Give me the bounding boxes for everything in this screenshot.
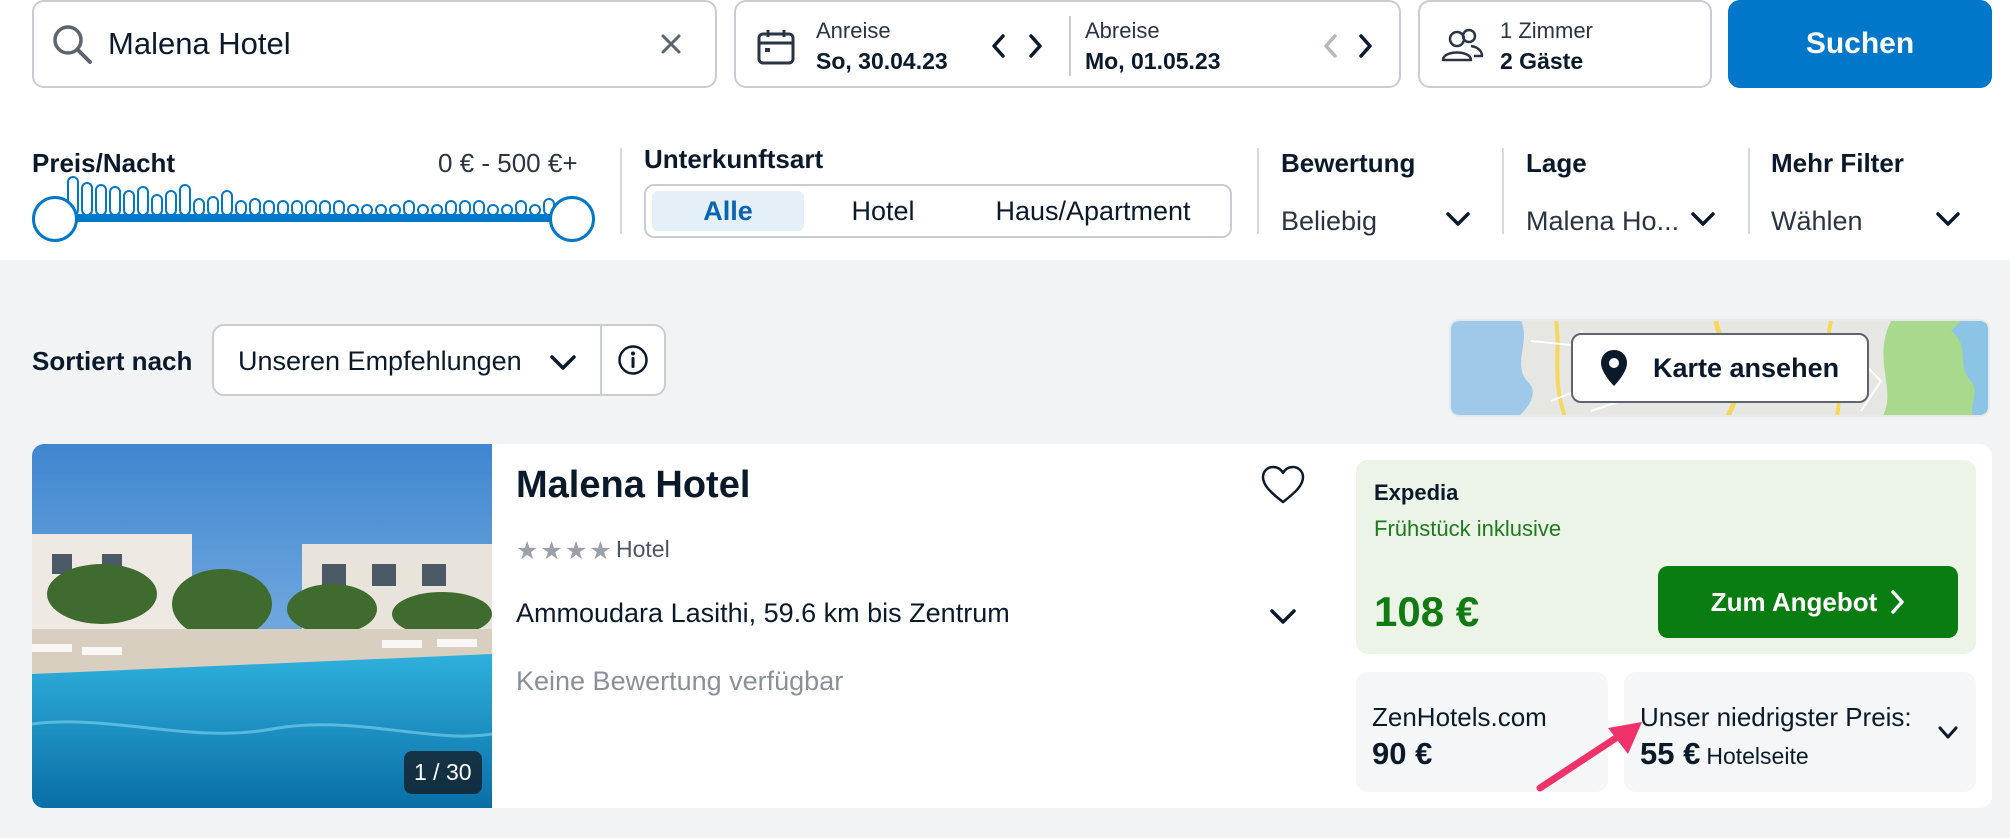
checkin-label: Anreise — [816, 18, 891, 43]
star-rating: ★ ★ ★ ★ — [516, 536, 612, 566]
map-pin-icon — [1601, 350, 1627, 386]
price-min-handle[interactable] — [32, 196, 78, 242]
divider — [1502, 148, 1504, 234]
chevron-right-icon — [1891, 590, 1905, 614]
checkout-next-button[interactable] — [1350, 26, 1382, 66]
alt-offer-price: 90 € — [1372, 736, 1433, 771]
location-filter-title: Lage — [1526, 148, 1587, 178]
guests-selector[interactable]: 1 Zimmer 2 Gäste — [1418, 0, 1712, 88]
price-slider-track[interactable] — [56, 214, 572, 222]
view-map-button[interactable]: Karte ansehen — [1571, 333, 1869, 403]
sort-info-button[interactable] — [600, 324, 666, 396]
alt-offer-provider: ZenHotels.com — [1372, 702, 1547, 732]
checkin-next-button[interactable] — [1020, 26, 1052, 66]
chevron-down-icon — [550, 355, 576, 370]
type-filter-title: Unterkunftsart — [644, 144, 824, 174]
more-filters-dropdown[interactable]: Wählen — [1771, 206, 1863, 237]
offer-inclusion: Frühstück inklusive — [1374, 516, 1562, 541]
star-icon: ★ — [516, 537, 539, 565]
sort-dropdown[interactable]: Unseren Empfehlungen — [212, 324, 602, 396]
photo-counter: 1 / 30 — [404, 751, 482, 794]
rooms-count: 1 Zimmer — [1500, 18, 1593, 43]
search-button[interactable]: Suchen — [1728, 0, 1992, 88]
close-icon — [661, 34, 681, 54]
info-icon — [618, 345, 648, 375]
rating-filter-dropdown[interactable]: Beliebig — [1281, 206, 1377, 237]
view-map-label: Karte ansehen — [1653, 352, 1840, 383]
type-option-apartment[interactable]: Haus/Apartment — [962, 191, 1224, 231]
lowest-price-offer[interactable]: Unser niedrigster Preis: 55 € Hotelseite — [1624, 672, 1976, 792]
view-deal-button[interactable]: Zum Angebot — [1658, 566, 1958, 638]
star-icon: ★ — [589, 537, 612, 565]
checkin-prev-button[interactable] — [982, 26, 1014, 66]
offer-price: 108 € — [1374, 588, 1480, 635]
chevron-down-icon[interactable] — [1268, 604, 1298, 630]
guests-count: 2 Gäste — [1500, 48, 1584, 74]
view-deal-label: Zum Angebot — [1710, 586, 1878, 617]
chevron-left-icon — [992, 34, 1005, 58]
more-filters-title: Mehr Filter — [1771, 148, 1904, 178]
calendar-icon — [757, 30, 795, 65]
hotel-type: Hotel — [616, 536, 670, 562]
search-icon — [53, 25, 92, 64]
sort-label: Sortiert nach — [32, 346, 193, 376]
star-icon: ★ — [540, 537, 563, 565]
clear-search-button[interactable] — [641, 14, 701, 74]
checkin-value[interactable]: So, 30.04.23 — [816, 48, 948, 75]
main-offer[interactable]: Expedia Frühstück inklusive 108 € Zum An… — [1356, 460, 1976, 654]
rating-filter-title: Bewertung — [1281, 148, 1416, 178]
chevron-left-icon — [1324, 34, 1337, 58]
chevron-down-icon — [1938, 726, 1958, 739]
hotel-address: Ammoudara Lasithi, 59.6 km bis Zentrum — [516, 598, 1010, 628]
hotel-name[interactable]: Malena Hotel — [516, 464, 750, 507]
checkout-value[interactable]: Mo, 01.05.23 — [1085, 48, 1221, 75]
people-icon — [1441, 28, 1484, 62]
sort-value: Unseren Empfehlungen — [238, 346, 522, 376]
chevron-right-icon — [1359, 34, 1372, 58]
type-option-hotel[interactable]: Hotel — [808, 191, 958, 231]
review-status: Keine Bewertung verfügbar — [516, 666, 844, 696]
location-filter-dropdown[interactable]: Malena Ho... — [1526, 206, 1679, 237]
price-max-handle[interactable] — [549, 196, 595, 242]
hotel-result-card[interactable]: 1 / 30 Malena Hotel ★ ★ ★ ★ Hotel Ammoud… — [32, 444, 1992, 808]
annotation-arrow-icon — [1536, 722, 1642, 792]
checkout-label: Abreise — [1085, 18, 1160, 43]
date-picker[interactable]: Anreise So, 30.04.23 Abreise Mo, 01.05.2… — [734, 0, 1401, 88]
chevron-down-icon[interactable] — [1934, 208, 1962, 232]
divider — [1748, 148, 1750, 234]
type-segmented-control: Alle Hotel Haus/Apartment — [644, 184, 1232, 238]
heart-icon[interactable] — [1260, 464, 1306, 506]
lowest-price-label: Unser niedrigster Preis: — [1640, 702, 1912, 732]
chevron-down-icon[interactable] — [1444, 208, 1472, 232]
date-divider — [1069, 16, 1071, 76]
price-histogram — [67, 176, 555, 215]
search-input[interactable]: Malena Hotel — [108, 26, 641, 62]
checkout-prev-button[interactable] — [1314, 26, 1346, 66]
search-field[interactable]: Malena Hotel — [32, 0, 717, 88]
divider — [1257, 148, 1259, 234]
lowest-price-value: 55 € Hotelseite — [1640, 736, 1809, 772]
lowest-price-source: Hotelseite — [1706, 743, 1809, 769]
type-option-all[interactable]: Alle — [652, 191, 804, 231]
chevron-down-icon[interactable] — [1689, 208, 1717, 232]
offer-provider: Expedia — [1374, 480, 1459, 505]
divider — [620, 148, 622, 234]
star-icon: ★ — [564, 537, 588, 565]
chevron-right-icon — [1029, 34, 1042, 58]
